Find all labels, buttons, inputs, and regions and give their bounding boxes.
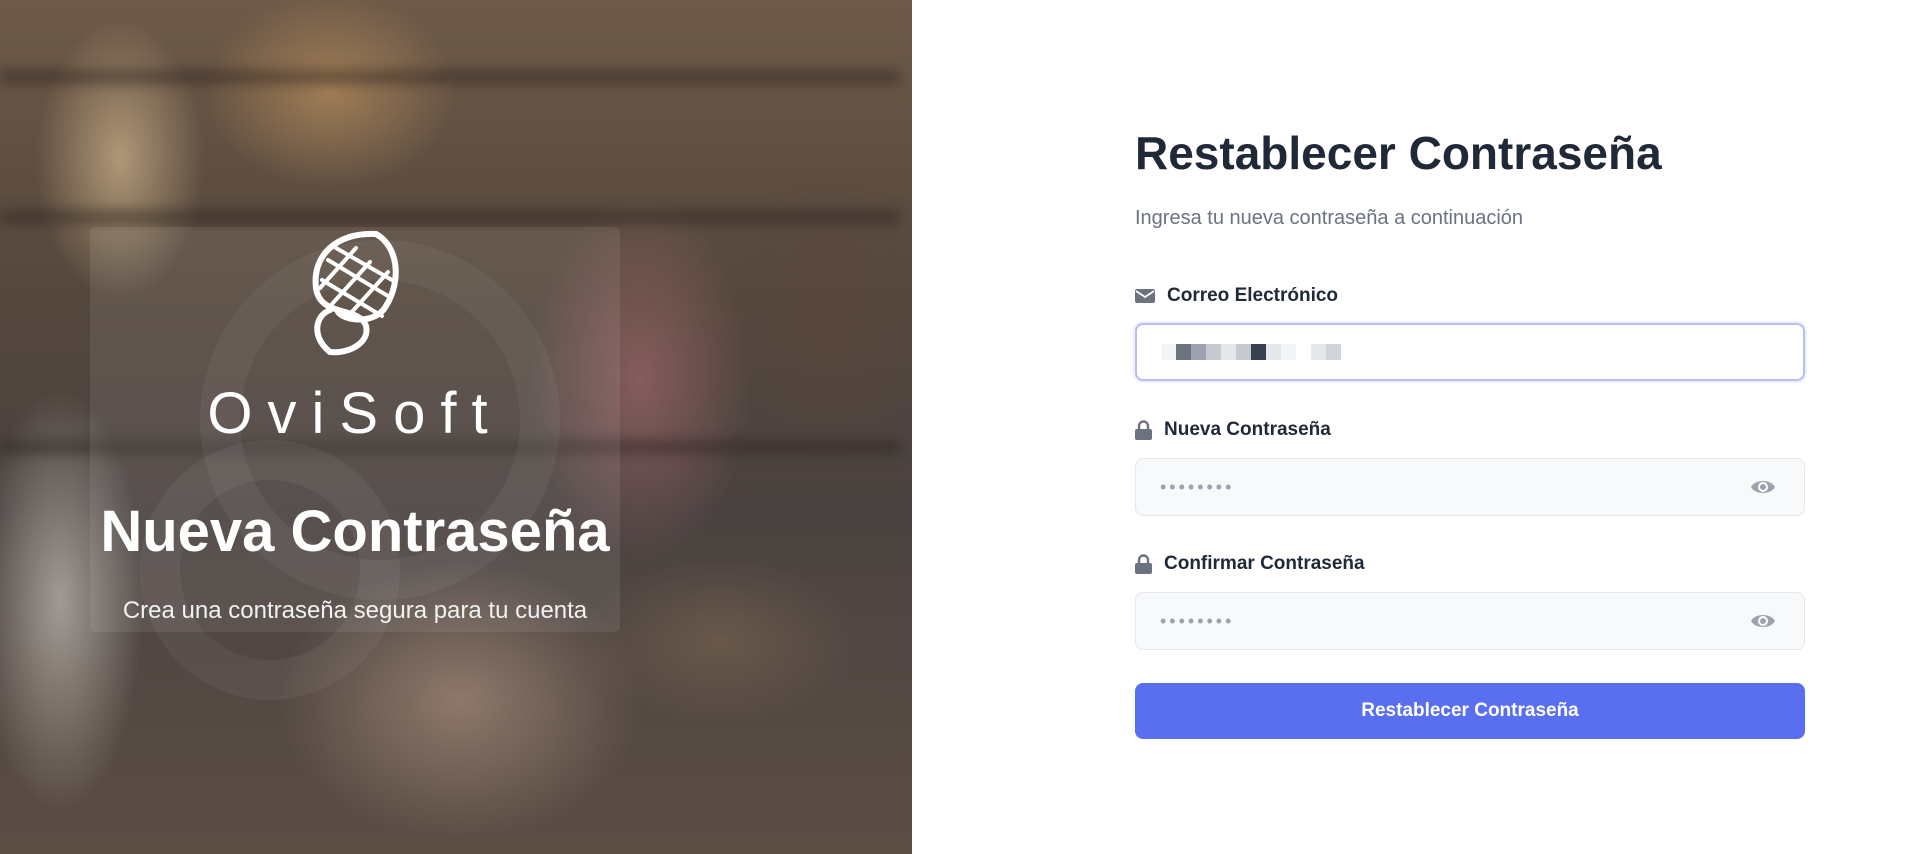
hero-subtitle: Crea una contraseña segura para tu cuent… [122,597,588,624]
hero-panel: OviSoft Nueva Contraseña Crea una contra… [0,0,912,854]
new-password-field[interactable] [1135,458,1805,516]
hero-title: Nueva Contraseña [100,499,610,564]
page-title: Restablecer Contraseña [1135,127,1662,179]
email-value-redacted [1161,344,1341,360]
eye-icon[interactable] [1750,610,1776,632]
brand-name: OviSoft [207,381,503,446]
email-label: Correo Electrónico [1135,285,1338,307]
eye-icon[interactable] [1750,476,1776,498]
page-subtitle: Ingresa tu nueva contraseña a continuaci… [1135,207,1524,229]
ovisoft-logo-icon [312,230,399,356]
new-password-label-text: Nueva Contraseña [1164,419,1331,440]
email-label-text: Correo Electrónico [1167,285,1339,306]
lock-icon [1135,420,1152,440]
reset-password-button[interactable]: Restablecer Contraseña [1135,683,1805,739]
new-password-label: Nueva Contraseña [1135,419,1331,441]
new-password-input[interactable] [1160,476,1780,498]
envelope-icon [1135,288,1155,304]
background-blur [0,210,900,224]
confirm-password-input[interactable] [1160,610,1780,632]
email-field[interactable] [1135,323,1805,381]
confirm-password-label: Confirmar Contraseña [1135,553,1365,575]
lock-icon [1135,554,1152,574]
confirm-password-field[interactable] [1135,592,1805,650]
background-blur [0,70,900,84]
confirm-password-label-text: Confirmar Contraseña [1164,553,1365,574]
